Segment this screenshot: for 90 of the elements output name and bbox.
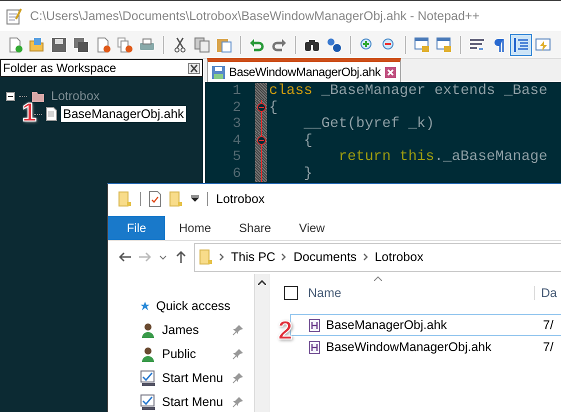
fold-margin[interactable]: [255, 132, 267, 149]
code-line: {: [302, 132, 313, 149]
code-line: {: [269, 100, 278, 116]
dropdown-icon[interactable]: [191, 195, 199, 202]
folder-icon: [118, 190, 132, 207]
properties-icon[interactable]: [149, 190, 161, 207]
nav-item[interactable]: James: [162, 323, 226, 337]
file-name: BaseManagerObj.ahk: [326, 318, 447, 332]
macro-icon: [535, 36, 551, 52]
line-number: 5: [232, 149, 242, 166]
file-date: 7/: [543, 318, 554, 332]
chevron-icon: [281, 253, 288, 262]
close-all-icon: [117, 36, 133, 52]
close-button[interactable]: [188, 62, 200, 74]
column-header[interactable]: Da: [534, 286, 557, 300]
undo-icon: [249, 36, 265, 52]
open-folder-icon: [29, 36, 45, 52]
breadcrumb-item[interactable]: This PC: [231, 250, 276, 264]
tree-item[interactable]: Lotrobox: [49, 88, 102, 104]
nav-item[interactable]: Public: [162, 347, 226, 361]
editor-tab[interactable]: BaseWindowManagerObj.ahk: [207, 58, 401, 82]
user-icon: [140, 346, 156, 362]
code-line: return this._aBaseManage: [338, 149, 548, 166]
ribbon-tab[interactable]: Home: [165, 216, 226, 240]
up-icon[interactable]: [174, 250, 188, 264]
replace-icon: [326, 36, 342, 52]
window-title: Lotrobox: [216, 192, 265, 206]
line-number: 3: [232, 116, 242, 132]
nav-item[interactable]: Quick access: [156, 299, 230, 313]
save-icon: [212, 66, 225, 78]
new-file-icon: [7, 36, 23, 52]
indent-guide-icon: [513, 36, 529, 52]
select-all-checkbox[interactable]: [284, 286, 298, 300]
copy-icon: [194, 36, 210, 52]
redo-icon: [271, 36, 287, 52]
step-number: 1: [22, 99, 36, 125]
save-all-icon: [73, 36, 89, 52]
file-menu[interactable]: File: [108, 216, 165, 240]
scrollbar[interactable]: [254, 274, 269, 412]
fold-margin[interactable]: [255, 83, 267, 100]
notepad-icon: [6, 7, 22, 25]
folder-icon: [199, 249, 213, 266]
user-icon: [140, 322, 156, 338]
code-line: class _BaseManager extends _Base: [269, 83, 548, 100]
fold-margin[interactable]: [255, 149, 267, 166]
file-date: 7/: [543, 340, 554, 354]
save-icon: [51, 36, 67, 52]
script-file-icon: [309, 340, 320, 354]
line-number: 1: [232, 83, 242, 100]
close-tab-icon[interactable]: [384, 66, 396, 78]
chevron-icon: [219, 253, 225, 262]
file-name: BaseWindowManagerObj.ahk: [326, 340, 492, 354]
file-row[interactable]: BaseManagerObj.ahk 7/: [290, 314, 561, 336]
fold-margin[interactable]: [255, 100, 267, 116]
address-bar[interactable]: This PC Documents Lotrobox: [194, 242, 561, 272]
script-file-icon: [309, 318, 320, 332]
chevron-icon: [362, 253, 369, 262]
print-icon: [139, 36, 155, 52]
breadcrumb-item[interactable]: Documents: [293, 250, 357, 264]
paste-icon: [216, 36, 232, 52]
collapse-toggle[interactable]: [6, 92, 15, 100]
file-row[interactable]: BaseWindowManagerObj.ahk 7/: [290, 336, 561, 358]
line-number: 2: [232, 100, 242, 116]
ribbon-tab[interactable]: View: [285, 216, 339, 240]
close-file-icon: [95, 36, 111, 52]
window-lock-icon: [414, 36, 430, 52]
line-number: 4: [232, 132, 242, 149]
sort-icon: [374, 276, 382, 281]
folder-icon: [31, 89, 45, 103]
window-title: C:\Users\James\Documents\Lotrobox\BaseWindowManagerObj.ahk - Notepad++: [30, 9, 480, 23]
ribbon-tab[interactable]: Share: [225, 216, 286, 240]
line-number: 6: [232, 166, 242, 182]
scroll-up-icon[interactable]: [258, 280, 266, 285]
nav-item[interactable]: Start Menu: [162, 371, 226, 385]
tree-item[interactable]: BaseManagerObj.ahk: [61, 106, 186, 122]
column-header[interactable]: Name: [308, 286, 534, 300]
nav-item[interactable]: Start Menu: [162, 395, 226, 409]
fold-margin[interactable]: [255, 116, 267, 132]
panel-title: Folder as Workspace: [3, 61, 116, 75]
back-icon[interactable]: [118, 250, 132, 264]
file-icon: [46, 107, 57, 121]
cut-icon: [172, 36, 188, 52]
word-wrap-icon: [469, 36, 485, 52]
new-folder-icon: [169, 190, 183, 207]
code-line: }: [302, 166, 313, 182]
start-menu-icon: [140, 370, 156, 386]
code-line: __Get(byref _k): [302, 116, 434, 132]
fold-margin[interactable]: [255, 166, 267, 182]
breadcrumb-item[interactable]: Lotrobox: [374, 250, 424, 264]
window-lock-icon: [436, 36, 452, 52]
